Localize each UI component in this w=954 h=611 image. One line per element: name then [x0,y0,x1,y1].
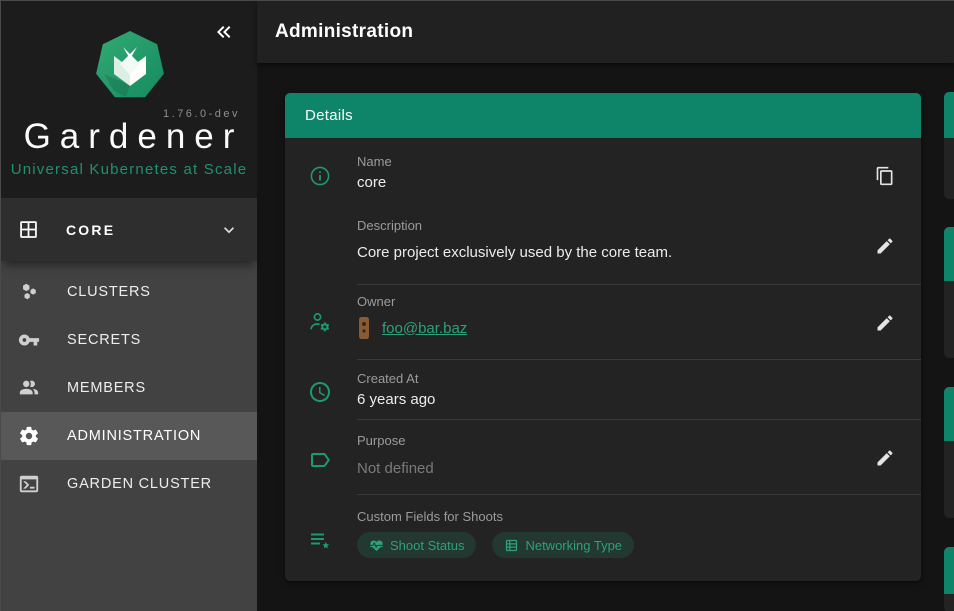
clipped-card [944,92,954,199]
sidebar-item-clusters[interactable]: CLUSTERS [1,268,257,316]
heart-pulse-icon [369,538,384,553]
account-cog-icon [301,285,339,360]
clipped-card-header [944,227,954,281]
owner-email-link[interactable]: foo@bar.baz [382,320,467,337]
edit-purpose-button[interactable] [875,448,895,468]
topbar: Administration [257,1,954,63]
purpose-field: Purpose Not defined [339,420,849,495]
name-field: Name core [339,138,849,206]
sidebar-menu: CLUSTERS SECRETS MEMBERS ADMINISTRATION [1,261,257,508]
sidebar-item-label: MEMBERS [67,380,146,396]
details-card-header: Details [285,93,921,138]
sidebar-item-label: SECRETS [67,332,141,348]
pencil-icon [875,448,895,468]
sidebar: 1.76.0-dev Gardener Universal Kubernetes… [1,1,257,611]
edit-owner-button[interactable] [875,313,895,333]
pencil-icon [875,236,895,256]
sidebar-item-secrets[interactable]: SECRETS [1,316,257,364]
project-selector[interactable]: CORE [1,198,257,261]
clipped-card [944,547,954,611]
name-label: Name [357,154,849,169]
row-name: Name core [285,138,921,206]
owner-label: Owner [357,294,849,309]
chip-networking-type[interactable]: Networking Type [492,532,634,558]
cog-icon [17,425,41,447]
row-purpose: Purpose Not defined [285,420,921,495]
sidebar-item-label: ADMINISTRATION [67,428,201,444]
purpose-label: Purpose [357,433,849,448]
console-icon [17,473,41,495]
owner-avatar [357,316,371,340]
row-description: Description Core project exclusively use… [285,206,921,285]
clipped-card-header [944,387,954,441]
created-at-label: Created At [357,371,849,386]
gardener-logo [93,29,167,101]
project-selector-label: CORE [66,222,115,238]
grid-icon [18,219,39,240]
format-list-star-icon [301,495,339,581]
chevron-down-icon [219,220,239,240]
owner-field: Owner foo@bar.baz [339,285,849,360]
clipped-card-header [944,92,954,138]
brand-tagline: Universal Kubernetes at Scale [1,161,257,178]
sidebar-item-administration[interactable]: ADMINISTRATION [1,412,257,460]
page-title: Administration [275,21,413,43]
edit-description-button[interactable] [875,236,895,256]
row-created-at: Created At 6 years ago [285,360,921,420]
clipped-card [944,387,954,518]
created-at-field: Created At 6 years ago [339,360,849,420]
key-icon [17,329,41,351]
hexagon-cluster-icon [17,281,41,303]
details-card: Details Name core Descript [285,93,921,581]
sidebar-item-label: CLUSTERS [67,284,151,300]
description-label: Description [357,218,849,233]
custom-fields-field: Custom Fields for Shoots Shoot Status Ne… [339,495,849,581]
clipped-card [944,227,954,358]
pencil-icon [875,313,895,333]
chip-label: Shoot Status [390,538,464,553]
name-value: core [357,173,849,193]
sidebar-item-members[interactable]: MEMBERS [1,364,257,412]
custom-fields-label: Custom Fields for Shoots [357,509,849,524]
description-field: Description Core project exclusively use… [339,206,849,285]
clipped-card-header [944,547,954,594]
chip-label: Networking Type [525,538,622,553]
copy-name-button[interactable] [875,166,895,186]
sidebar-item-garden-cluster[interactable]: GARDEN CLUSTER [1,460,257,508]
details-card-title: Details [305,107,353,124]
content-copy-icon [875,166,895,186]
app-window: 1.76.0-dev Gardener Universal Kubernetes… [0,0,954,611]
created-at-value: 6 years ago [357,390,849,410]
sidebar-collapse-button[interactable] [210,18,238,46]
sidebar-logo-area: 1.76.0-dev Gardener Universal Kubernetes… [1,1,257,198]
chip-shoot-status[interactable]: Shoot Status [357,532,476,558]
sidebar-item-label: GARDEN CLUSTER [67,476,212,492]
row-custom-fields: Custom Fields for Shoots Shoot Status Ne… [285,495,921,581]
table-icon [504,538,519,553]
account-multiple-icon [17,377,41,399]
purpose-value: Not defined [357,459,849,479]
chevron-double-left-icon [212,20,236,44]
description-value: Core project exclusively used by the cor… [357,243,849,263]
info-icon [301,138,339,206]
clock-icon [301,360,339,420]
brand-title: Gardener [1,117,257,157]
row-owner: Owner foo@bar.baz [285,285,921,360]
label-icon [301,420,339,495]
